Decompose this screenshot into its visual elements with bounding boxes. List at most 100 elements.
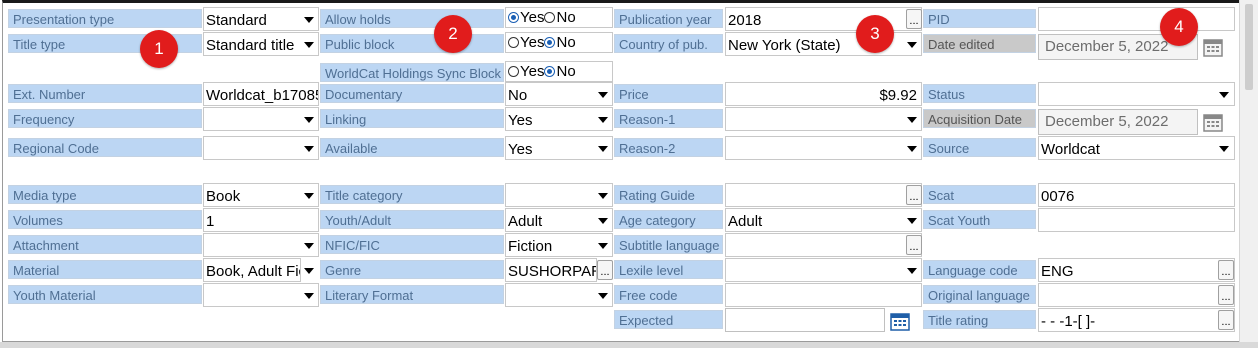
expected-date-field[interactable] [725,308,885,332]
chevron-down-icon[interactable] [596,284,610,306]
youth-material-label: Youth Material [8,285,202,304]
lexile-level-select[interactable] [725,258,922,282]
source-value: Worldcat [1041,141,1100,158]
yes-label: Yes [520,63,545,80]
subtitle-language-label: Subtitle language [614,235,723,254]
nfic-fic-label: NFIC/FIC [320,235,504,254]
allow-holds-no-radio[interactable] [544,12,556,23]
price-field[interactable]: $9.92 [725,82,922,106]
pid-field[interactable] [1038,7,1235,31]
allow-holds-yes-radio[interactable] [508,12,519,23]
chevron-down-icon[interactable] [596,108,610,130]
rating-guide-ellipsis-button[interactable]: ... [906,185,922,205]
vertical-scrollbar[interactable] [1239,0,1258,348]
chevron-down-icon[interactable] [302,108,316,130]
country-of-pub-value: New York (State) [728,37,841,54]
age-category-label: Age category [614,210,723,229]
worldcat-sync-radios: Yes No [508,62,576,82]
reason2-label: Reason-2 [614,138,723,157]
title-rating-field[interactable]: - - -1-[ ]- [1038,308,1235,332]
calendar-icon[interactable] [890,311,910,331]
chevron-down-icon[interactable] [302,284,316,306]
callout-badge-4: 4 [1160,8,1198,46]
chevron-down-icon[interactable] [302,8,316,30]
available-label: Available [320,138,504,157]
scat-youth-field[interactable] [1038,208,1235,232]
scrollbar-thumb[interactable] [1245,4,1253,90]
chevron-down-icon[interactable] [1217,137,1231,159]
chevron-down-icon[interactable] [1217,83,1231,105]
title-rating-label: Title rating [923,310,1036,329]
free-code-label: Free code [614,285,723,304]
material-select[interactable]: Book, Adult Fic [203,258,301,282]
worldcat-sync-no-radio[interactable] [544,66,556,77]
reason1-label: Reason-1 [614,109,723,128]
country-of-pub-label: Country of pub. [614,34,723,53]
language-code-field[interactable]: ENG [1038,258,1235,282]
chevron-down-icon[interactable] [905,108,919,130]
presentation-type-label: Presentation type [8,9,202,28]
rating-guide-field[interactable] [725,183,922,207]
media-type-value: Book [206,188,241,205]
status-label: Status [923,84,1036,103]
calendar-icon [1203,112,1223,132]
chevron-down-icon[interactable] [302,184,316,206]
status-select[interactable] [1038,82,1235,106]
expected-label: Expected [614,310,723,329]
subtitle-language-field[interactable] [725,233,922,257]
original-language-ellipsis-button[interactable]: ... [1218,285,1234,305]
chevron-down-icon[interactable] [905,209,919,231]
reason1-select[interactable] [725,107,922,131]
allow-holds-radios: Yes No [508,8,576,28]
scat-youth-label: Scat Youth [923,210,1036,229]
subtitle-language-ellipsis-button[interactable]: ... [906,235,922,255]
literary-format-label: Literary Format [320,285,504,304]
chevron-down-icon[interactable] [302,137,316,159]
acquisition-date-label: Acquisition Date [923,109,1036,128]
chevron-down-icon[interactable] [596,83,610,105]
language-code-ellipsis-button[interactable]: ... [1218,260,1234,280]
calendar-icon [1203,37,1223,57]
nfic-fic-value: Fiction [508,238,553,255]
linking-label: Linking [320,109,504,128]
chevron-down-icon[interactable] [596,137,610,159]
source-select[interactable]: Worldcat [1038,136,1235,160]
source-label: Source [923,138,1036,157]
title-rating-ellipsis-button[interactable]: ... [1218,310,1234,330]
ext-number-field[interactable]: Worldcat_b17085 [203,82,319,106]
publication-year-ellipsis-button[interactable]: ... [906,9,922,29]
lexile-level-label: Lexile level [614,260,723,279]
callout-badge-1: 1 [140,30,178,68]
chevron-down-icon[interactable] [596,209,610,231]
chevron-down-icon[interactable] [596,184,610,206]
pid-label: PID [923,9,1036,28]
free-code-field[interactable] [725,283,922,307]
genre-field[interactable]: SUSHORPAR [505,258,597,282]
chevron-down-icon[interactable] [905,137,919,159]
no-label: No [556,34,576,51]
presentation-type-value: Standard [206,12,267,29]
attachment-label: Attachment [8,235,202,254]
original-language-field[interactable] [1038,283,1235,307]
reason2-select[interactable] [725,136,922,160]
scat-field[interactable]: 0076 [1038,183,1235,207]
age-category-select[interactable]: Adult [725,208,922,232]
public-block-no-radio[interactable] [544,37,556,48]
chevron-down-icon[interactable] [302,33,316,55]
genre-ellipsis-button[interactable]: ... [597,260,613,280]
callout-badge-2: 2 [434,15,472,53]
volumes-field[interactable]: 1 [203,208,319,232]
chevron-down-icon[interactable] [302,259,316,281]
public-block-label: Public block [320,34,504,53]
worldcat-sync-yes-radio[interactable] [508,66,519,77]
yes-label: Yes [520,34,545,51]
documentary-label: Documentary [320,84,504,103]
allow-holds-label: Allow holds [320,9,504,28]
public-block-yes-radio[interactable] [508,37,519,48]
chevron-down-icon[interactable] [302,234,316,256]
chevron-down-icon[interactable] [905,259,919,281]
ext-number-label: Ext. Number [8,84,202,103]
chevron-down-icon[interactable] [596,234,610,256]
acquisition-date-field: December 5, 2022 [1038,109,1198,135]
chevron-down-icon[interactable] [905,33,919,55]
